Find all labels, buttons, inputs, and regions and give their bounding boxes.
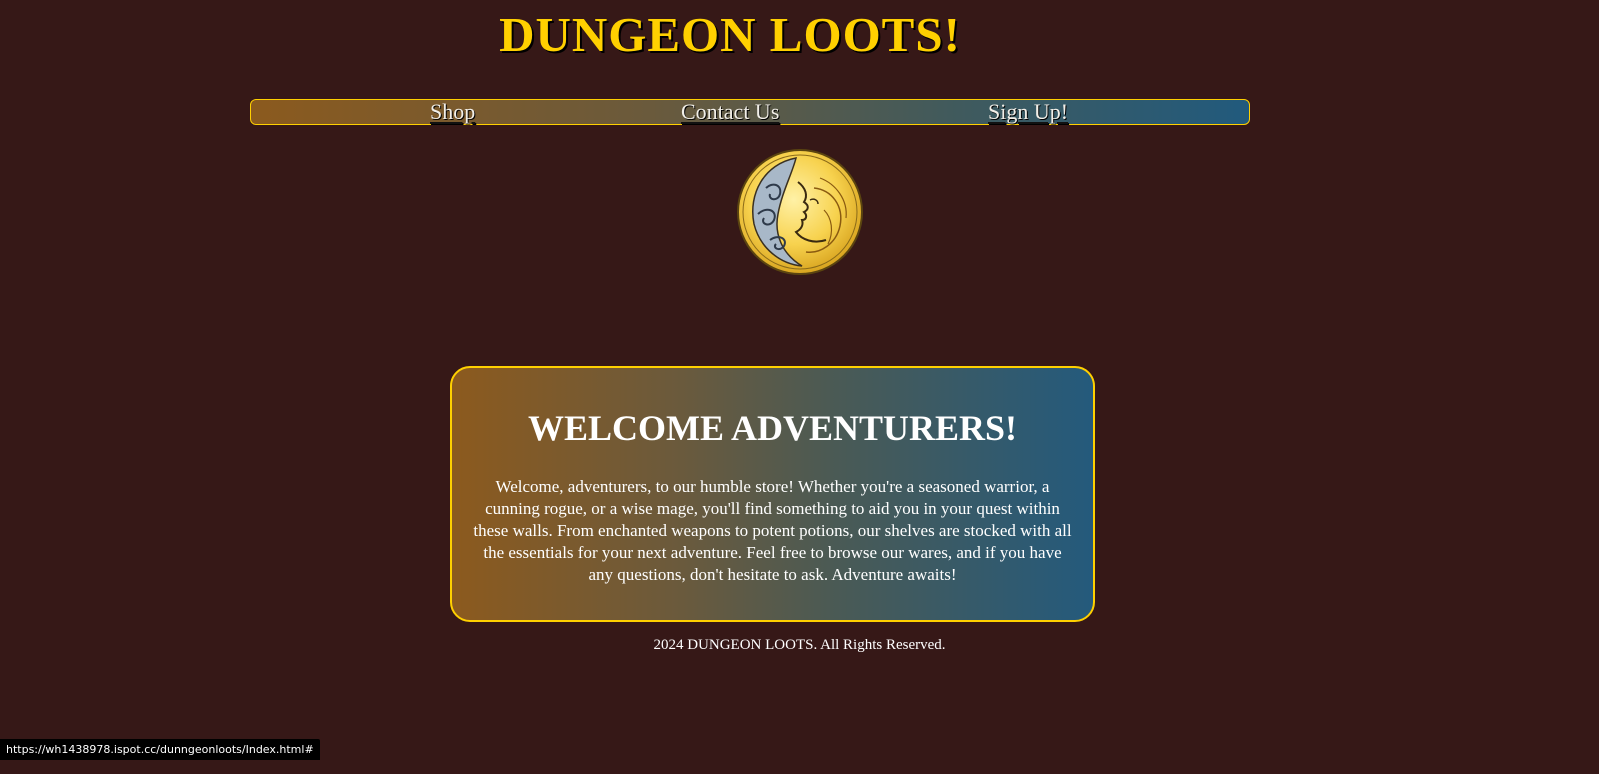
nav-link-sign-up[interactable]: Sign Up! (988, 100, 1068, 124)
nav-link-shop[interactable]: Shop (430, 100, 475, 124)
welcome-panel: WELCOME ADVENTURERS! Welcome, adventurer… (450, 366, 1095, 622)
welcome-text: Welcome, adventurers, to our humble stor… (473, 477, 1072, 584)
main-nav-bar: Shop Contact Us Sign Up! (250, 99, 1250, 125)
moon-face-logo-icon (736, 148, 864, 276)
site-title: DUNGEON LOOTS! (499, 7, 961, 62)
welcome-heading: WELCOME ADVENTURERS! (527, 408, 1018, 448)
nav-link-contact-us[interactable]: Contact Us (681, 100, 779, 124)
footer-copyright: 2024 DUNGEON LOOTS. All Rights Reserved. (653, 637, 946, 653)
status-bar-url: https://wh1438978.ispot.cc/dunngeonloots… (0, 739, 320, 760)
